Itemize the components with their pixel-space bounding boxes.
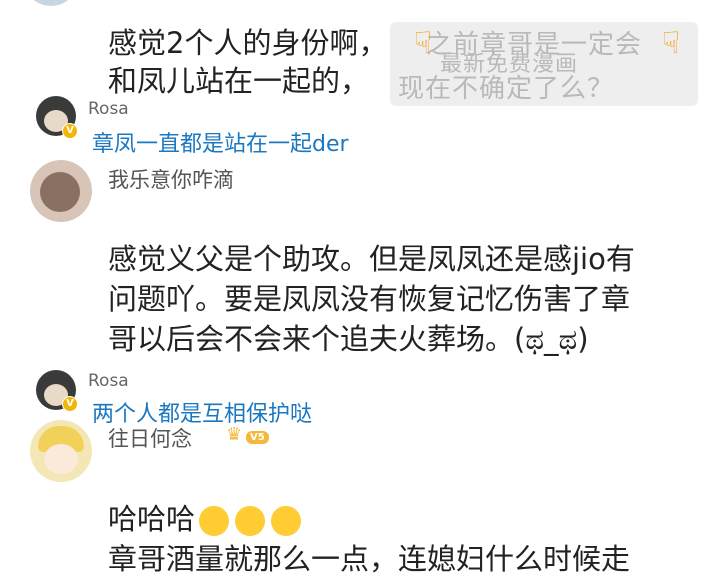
reply-username[interactable]: Rosa (88, 371, 129, 391)
tears-of-joy-icon (271, 506, 302, 536)
avatar-clipped[interactable] (28, 0, 74, 6)
pointing-hand-icon: ☟ (662, 26, 681, 61)
tears-of-joy-icon (199, 506, 230, 536)
level-badge: V5 (246, 431, 269, 444)
comment-username[interactable]: 往日何念 (108, 423, 192, 453)
reply-text: 章凤一直都是站在一起der (92, 132, 349, 157)
comment-text-line: 问题吖。要是凤凤没有恢复记忆伤害了章 (108, 282, 631, 316)
comment-text-line: 哈哈哈 (108, 500, 302, 538)
comment-text-line: 和凤儿站在一起的， (108, 64, 370, 98)
comment-text-line: 感觉义父是个助攻。但是凤凤还是感jio有 (108, 242, 635, 276)
crown-icon: ♛ (226, 424, 243, 445)
comment-text-line: 感觉2个人的身份啊， (108, 26, 388, 60)
verified-v-icon: V (62, 396, 78, 412)
reply-username[interactable]: Rosa (88, 99, 129, 119)
tears-of-joy-icon (235, 506, 266, 536)
watermark-line: 现在不确定了么？ (398, 74, 615, 104)
avatar[interactable] (30, 420, 92, 482)
verified-v-icon: V (62, 123, 78, 139)
comment-text: 哈哈哈 (108, 502, 196, 536)
avatar[interactable] (30, 160, 92, 222)
watermark-overlay: 之前章哥是一定会 最新免费漫画 现在不确定了么？ ☟ ☟ (390, 22, 698, 106)
comment-username[interactable]: 我乐意你咋滴 (108, 164, 234, 194)
comment-text-line: 哥以后会不会来个追夫火葬场。(ಥ_ಥ) (108, 322, 589, 356)
pointing-hand-icon: ☟ (414, 26, 433, 61)
comment-text-line: 章哥酒量就那么一点，连媳妇什么时候走 (108, 542, 631, 576)
